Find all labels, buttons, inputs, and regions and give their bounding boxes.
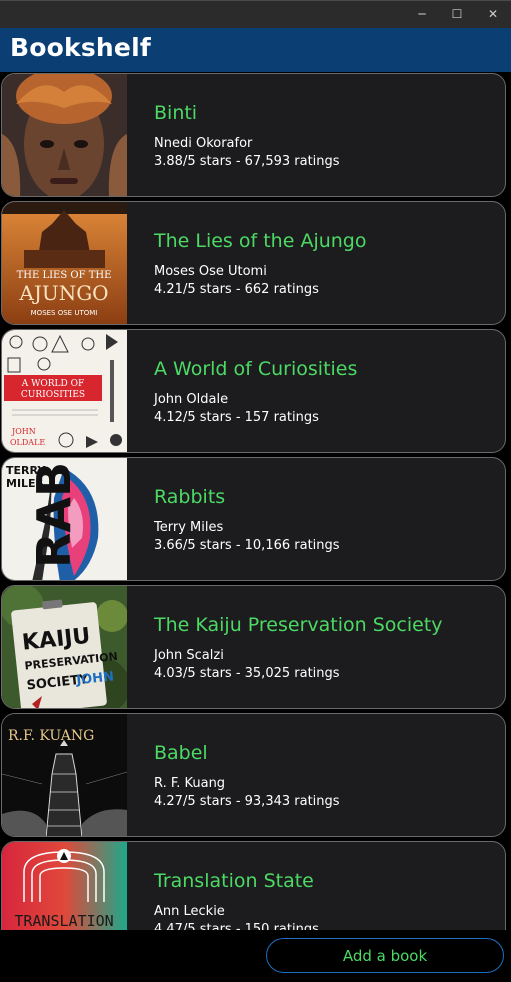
book-rating: 3.88/5 stars - 67,593 ratings [154, 154, 340, 169]
window-titlebar: ─ ☐ ✕ [0, 0, 511, 28]
cover-author: JOHN [11, 427, 36, 436]
book-cover-image: R.F. KUANG [2, 714, 127, 836]
cover-title: AJUNGO [18, 281, 108, 305]
book-author: Nnedi Okorafor [154, 136, 253, 151]
book-card[interactable]: TRANSLATION Translation State Ann Leckie… [1, 841, 506, 930]
book-author: Moses Ose Utomi [154, 264, 267, 279]
book-cover-image: THE LIES OF THE AJUNGO MOSES OSE UTOMI [2, 202, 127, 324]
book-card[interactable]: TERRY MILES RABB Rabbits Terry Miles 3.6… [1, 457, 506, 581]
book-rating: 4.27/5 stars - 93,343 ratings [154, 794, 340, 809]
book-card[interactable]: A WORLD OF CURIOSITIES JOHN OLDALE A Wor… [1, 329, 506, 453]
cover-title: RABB [27, 458, 81, 568]
book-rating: 4.12/5 stars - 157 ratings [154, 410, 319, 425]
book-rating: 4.21/5 stars - 662 ratings [154, 282, 319, 297]
book-title: Translation State [154, 870, 314, 892]
book-card[interactable]: KAIJU PRESERVATION SOCIETY JOHN The Kaij… [1, 585, 506, 709]
add-book-button[interactable]: Add a book [266, 938, 504, 973]
cover-title: A WORLD OF [21, 379, 84, 389]
book-list[interactable]: Binti Nnedi Okorafor 3.88/5 stars - 67,5… [0, 72, 511, 930]
book-rating: 3.66/5 stars - 10,166 ratings [154, 538, 340, 553]
app-header: Bookshelf [0, 28, 511, 72]
book-title: Rabbits [154, 486, 226, 508]
book-author: John Oldale [154, 392, 229, 407]
cover-title-top: THE LIES OF THE [17, 270, 112, 281]
page-title: Bookshelf [10, 33, 151, 62]
book-author: R. F. Kuang [154, 776, 226, 791]
cover-author: MOSES OSE UTOMI [31, 309, 98, 317]
book-rating: 4.47/5 stars - 150 ratings [154, 922, 319, 930]
book-card[interactable]: THE LIES OF THE AJUNGO MOSES OSE UTOMI T… [1, 201, 506, 325]
book-author: Ann Leckie [154, 904, 225, 919]
book-author: Terry Miles [154, 520, 224, 535]
book-cover-image: A WORLD OF CURIOSITIES JOHN OLDALE [2, 330, 127, 452]
minimize-icon[interactable]: ─ [405, 4, 439, 24]
close-icon[interactable]: ✕ [476, 4, 510, 24]
book-title: A World of Curiosities [154, 358, 358, 380]
book-title: The Lies of the Ajungo [154, 230, 367, 252]
book-cover-image: TERRY MILES RABB [2, 458, 127, 580]
maximize-icon[interactable]: ☐ [440, 4, 474, 24]
book-cover-image: TRANSLATION [2, 842, 127, 930]
cover-author: OLDALE [10, 438, 45, 447]
cover-author: R.F. KUANG [8, 728, 94, 744]
book-title: The Kaiju Preservation Society [154, 614, 443, 636]
book-card[interactable]: Binti Nnedi Okorafor 3.88/5 stars - 67,5… [1, 73, 506, 197]
book-rating: 4.03/5 stars - 35,025 ratings [154, 666, 340, 681]
book-title: Babel [154, 742, 208, 764]
cover-subtitle: CURIOSITIES [21, 390, 85, 400]
footer-bar: Add a book [0, 930, 511, 982]
cover-title: TRANSLATION [14, 912, 113, 930]
book-title: Binti [154, 102, 198, 124]
book-card[interactable]: R.F. KUANG Babel R. F. Kuang 4.27/5 star… [1, 713, 506, 837]
book-author: John Scalzi [154, 648, 224, 663]
book-cover-image: KAIJU PRESERVATION SOCIETY JOHN [2, 586, 127, 708]
book-cover-image [2, 74, 127, 196]
